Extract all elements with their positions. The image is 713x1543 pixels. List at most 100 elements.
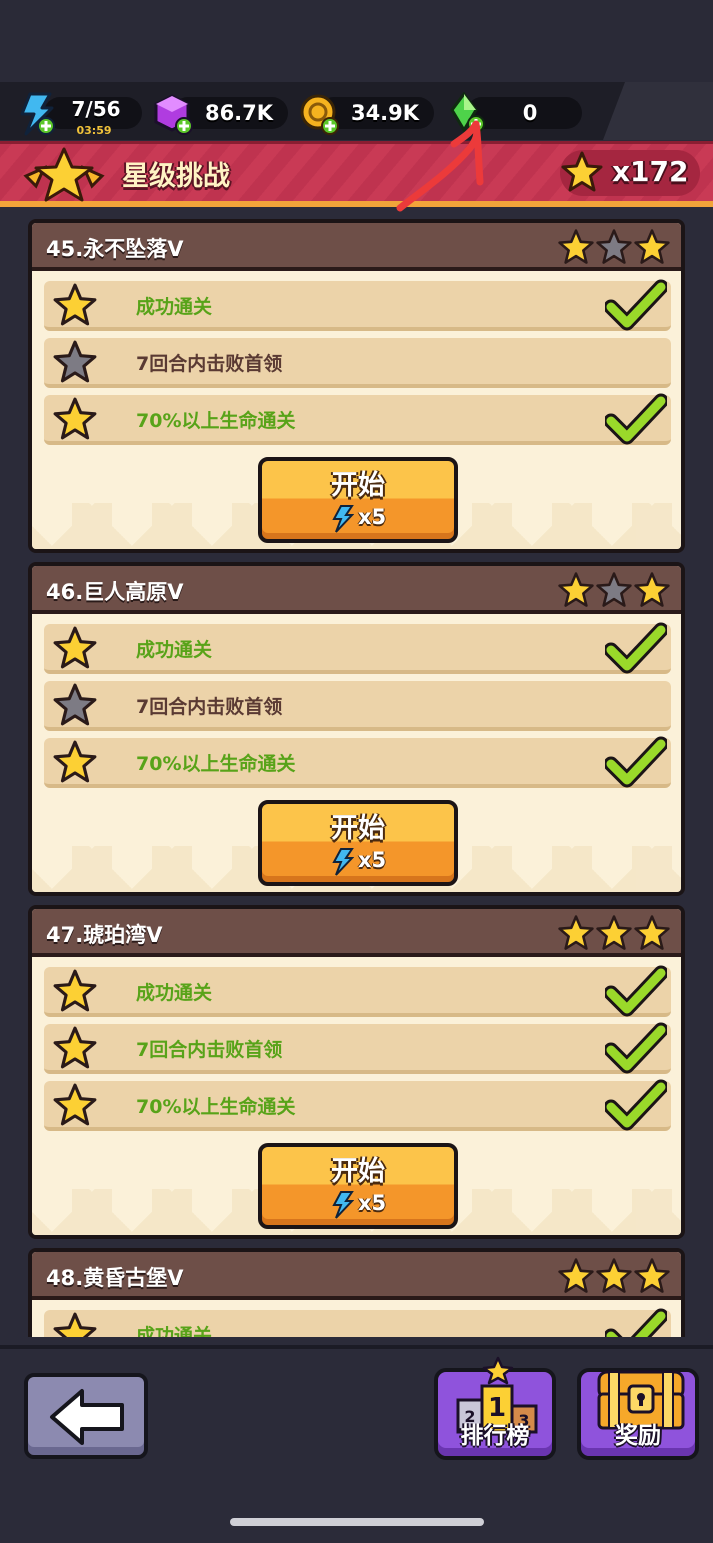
stage-star-rating: [557, 913, 675, 953]
stage-star-rating: [557, 227, 675, 267]
check-icon: [605, 1308, 667, 1337]
star-filled-icon: [53, 969, 97, 1012]
star-filled-icon: [596, 915, 632, 950]
lightning-icon: [332, 505, 354, 533]
stage-card: 48.黄昏古堡Ⅴ成功通关开始x5: [28, 1248, 685, 1337]
objective-label: 成功通关: [136, 1325, 213, 1337]
objective-row: 7回合内击败首领: [44, 681, 671, 731]
crystal-value: 0: [522, 101, 538, 125]
stage-title: 45.永不坠落Ⅴ: [46, 237, 184, 261]
start-label: 开始: [331, 813, 385, 844]
objective-row: 成功通关: [44, 622, 671, 674]
objective-label: 7回合内击败首领: [136, 353, 283, 375]
objective-label: 成功通关: [136, 296, 213, 318]
purple-gem-plus-icon[interactable]: [152, 92, 194, 136]
energy-value: 7/56: [71, 97, 121, 121]
bottom-divider: [0, 1345, 713, 1349]
star-challenge-banner: 星级挑战 x172: [0, 141, 713, 207]
objective-label: 成功通关: [136, 982, 213, 1004]
stage-card: 46.巨人高原Ⅴ 成功通关 7回合内击败首领 70%以上生命通关开始 x5: [28, 562, 685, 896]
stage-title: 48.黄昏古堡Ⅴ: [46, 1266, 184, 1290]
check-icon: [605, 1079, 667, 1131]
star-filled-icon: [53, 1083, 97, 1126]
stage-header: 48.黄昏古堡Ⅴ: [32, 1252, 681, 1300]
start-label: 开始: [331, 470, 385, 501]
objective-row: 7回合内击败首领: [44, 338, 671, 388]
gold-coin-plus-icon[interactable]: [298, 92, 340, 136]
star-empty-icon: [596, 229, 632, 264]
star-filled-icon: [53, 1026, 97, 1069]
stage-title: 47.琥珀湾Ⅴ: [46, 923, 163, 947]
star-total: x172: [612, 155, 689, 188]
star-filled-icon: [53, 283, 97, 326]
star-filled-icon: [558, 229, 594, 264]
check-icon: [605, 1022, 667, 1074]
star-filled-icon: [558, 915, 594, 950]
objective-row: 成功通关: [44, 1308, 671, 1337]
stage-header: 45.永不坠落Ⅴ: [32, 223, 681, 271]
back-button[interactable]: [24, 1373, 148, 1459]
stage-card: 45.永不坠落Ⅴ 成功通关 7回合内击败首领 70%以上生命通关开始 x5: [28, 219, 685, 553]
star-filled-icon: [53, 1312, 97, 1337]
star-filled-icon: [634, 1258, 670, 1293]
objective-row: 7回合内击败首领: [44, 1022, 671, 1074]
objective-label: 70%以上生命通关: [136, 410, 296, 432]
lightning-icon: [332, 1191, 354, 1219]
objective-label: 成功通关: [136, 639, 213, 661]
objective-row: 70%以上生命通关: [44, 393, 671, 445]
banner-title: 星级挑战: [122, 161, 230, 192]
check-icon: [605, 279, 667, 331]
objective-row: 70%以上生命通关: [44, 736, 671, 788]
star-empty-icon: [53, 340, 97, 383]
stage-header: 47.琥珀湾Ⅴ: [32, 909, 681, 957]
back-arrow-icon: [50, 1389, 124, 1445]
stage-header: 46.巨人高原Ⅴ: [32, 566, 681, 614]
check-icon: [605, 736, 667, 788]
resource-bar-slant: [603, 82, 713, 140]
stage-star-rating: [557, 1256, 675, 1296]
star-filled-icon: [53, 740, 97, 783]
objective-label: 7回合内击败首领: [136, 696, 283, 718]
start-button[interactable]: 开始 x5: [258, 457, 458, 543]
star-filled-icon: [634, 229, 670, 264]
star-empty-icon: [53, 683, 97, 726]
stage-list[interactable]: 45.永不坠落Ⅴ 成功通关 7回合内击败首领 70%以上生命通关 开始 x5 46.巨人高原…: [0, 213, 713, 1337]
objective-row: 70%以上生命通关: [44, 1079, 671, 1131]
check-icon: [605, 965, 667, 1017]
energy-cost: x5: [358, 1191, 387, 1215]
star-filled-icon: [558, 572, 594, 607]
status-area: [0, 0, 713, 82]
energy-cost: x5: [358, 505, 387, 529]
stage-title: 46.巨人高原Ⅴ: [46, 580, 184, 604]
stage-star-rating: [557, 570, 675, 610]
home-indicator[interactable]: [230, 1518, 484, 1526]
lightning-plus-icon[interactable]: [16, 92, 56, 136]
star-filled-icon: [558, 1258, 594, 1293]
leaderboard-button[interactable]: 2 1 3 排行榜: [434, 1356, 556, 1460]
start-button[interactable]: 开始 x5: [258, 800, 458, 886]
energy-cost: x5: [358, 848, 387, 872]
reward-button[interactable]: 奖励: [577, 1368, 699, 1460]
star-filled-icon: [53, 626, 97, 669]
annotation-arrow-icon: [396, 120, 484, 212]
leaderboard-label: 排行榜: [460, 1423, 530, 1449]
start-button[interactable]: 开始 x5: [258, 1143, 458, 1229]
star-filled-icon: [634, 572, 670, 607]
start-label: 开始: [331, 1156, 385, 1187]
reward-label: 奖励: [615, 1423, 661, 1449]
objective-label: 7回合内击败首领: [136, 1039, 283, 1061]
star-filled-icon: [53, 397, 97, 440]
check-icon: [605, 393, 667, 445]
objective-row: 成功通关: [44, 965, 671, 1017]
objective-row: 成功通关: [44, 279, 671, 331]
lightning-icon: [332, 848, 354, 876]
star-icon: [561, 151, 603, 192]
objective-label: 70%以上生命通关: [136, 1096, 296, 1118]
banner-star-icon: [23, 147, 105, 202]
energy-timer: 03:59: [76, 124, 112, 137]
star-filled-icon: [634, 915, 670, 950]
gem-value: 86.7K: [204, 101, 274, 125]
star-filled-icon: [596, 1258, 632, 1293]
star-empty-icon: [596, 572, 632, 607]
stage-card: 47.琥珀湾Ⅴ 成功通关 7回合内击败首领 70%以上生命通关开始 x5: [28, 905, 685, 1239]
